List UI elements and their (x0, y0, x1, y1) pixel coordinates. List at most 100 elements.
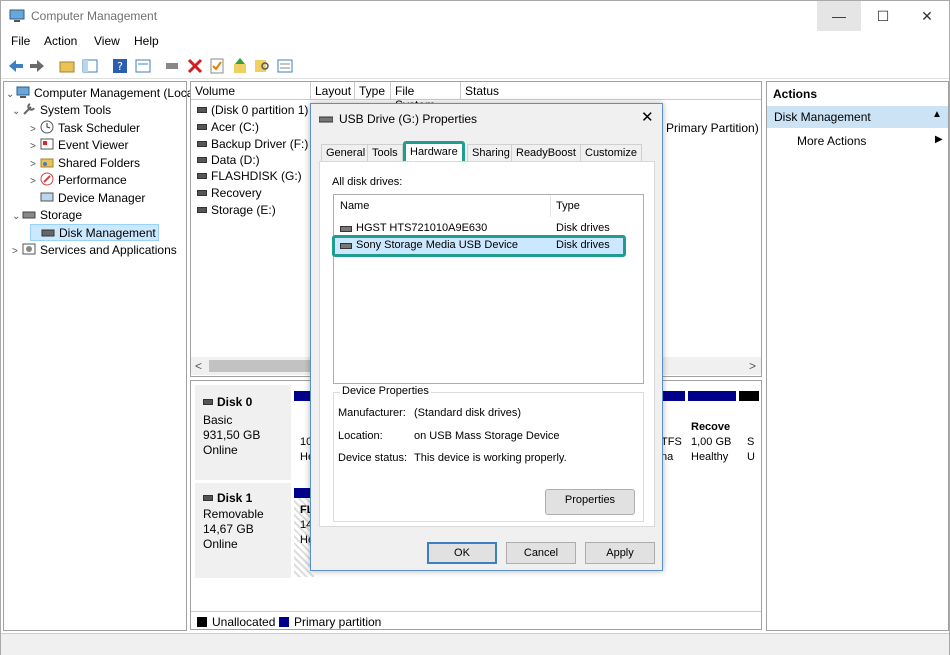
scroll-right-icon[interactable]: > (749, 359, 756, 373)
volume-row[interactable]: Backup Driver (F:) (197, 137, 308, 151)
menu-view[interactable]: View (94, 34, 120, 48)
hard-drive-icon (340, 243, 352, 249)
drive-icon (197, 207, 207, 213)
maximize-button[interactable]: ☐ (861, 1, 905, 31)
location-label: Location: (338, 430, 383, 442)
event-viewer-icon (40, 138, 54, 150)
all-drives-label: All disk drives: (332, 176, 403, 188)
tab-tools[interactable]: Tools (367, 144, 403, 162)
show-hide-tree-icon[interactable] (81, 57, 99, 75)
partition-block[interactable]: TFS na (661, 391, 685, 480)
search-icon[interactable] (253, 57, 271, 75)
navigation-tree: ⌄ Computer Management (Local ⌄ System Tool… (3, 81, 196, 631)
export-icon[interactable] (231, 57, 249, 75)
cancel-button[interactable]: Cancel (506, 542, 576, 564)
computer-management-icon (9, 9, 25, 22)
up-folder-icon[interactable] (58, 57, 76, 75)
drive-icon (197, 141, 207, 147)
disk-0-label[interactable]: Disk 0 Basic 931,50 GB Online (195, 385, 291, 480)
drive-row-sony[interactable]: Sony Storage Media USB Device Disk drive… (332, 235, 626, 257)
volume-row[interactable]: (Disk 0 partition 1) (197, 103, 308, 117)
window-title: Computer Management (31, 9, 158, 23)
device-status-label: Device status: (338, 452, 408, 464)
tree-item-root[interactable]: ⌄ Computer Management (Local (6, 85, 196, 100)
performance-icon (40, 172, 54, 186)
tools-icon (23, 103, 35, 115)
volume-row[interactable]: FLASHDISK (G:) (197, 169, 302, 183)
tree-item-event-viewer[interactable]: > Event Viewer (30, 137, 128, 152)
tree-item-services[interactable]: > Services and Applications (12, 242, 177, 257)
storage-icon (22, 211, 36, 219)
delete-icon[interactable] (186, 57, 204, 75)
partition-block[interactable]: S U (739, 391, 759, 480)
device-properties-label: Device Properties (340, 385, 431, 397)
tree-item-task-scheduler[interactable]: > Task Scheduler (30, 120, 140, 135)
tab-general[interactable]: General (321, 144, 371, 162)
apply-button[interactable]: Apply (585, 542, 655, 564)
tree-item-performance[interactable]: > Performance (30, 172, 127, 187)
tree-item-system-tools[interactable]: ⌄ System Tools (12, 102, 111, 117)
manufacturer-value: (Standard disk drives) (414, 407, 521, 419)
forward-arrow-icon[interactable] (28, 57, 46, 75)
back-arrow-icon[interactable] (7, 57, 25, 75)
volume-row[interactable]: Data (D:) (197, 153, 260, 167)
dialog-close-button[interactable]: ✕ (641, 108, 654, 126)
drive-icon (197, 157, 207, 163)
properties-dialog: USB Drive (G:) Properties ✕ General Tool… (310, 103, 663, 571)
volume-row[interactable]: Acer (C:) (197, 120, 259, 134)
checklist-icon[interactable] (208, 57, 226, 75)
column-header-type[interactable]: Type (355, 82, 391, 100)
drives-list: Name Type HGST HTS721010A9E630 Disk driv… (332, 194, 644, 384)
device-properties-button[interactable]: Properties (545, 489, 635, 515)
column-header-status[interactable]: Status (461, 82, 761, 100)
column-header-file-system[interactable]: File System (391, 82, 461, 112)
drive-icon (197, 190, 207, 196)
disk-icon (203, 495, 213, 501)
properties-view-icon[interactable] (134, 57, 152, 75)
column-header-layout[interactable]: Layout (311, 82, 355, 100)
volume-row[interactable]: Storage (E:) (197, 203, 276, 217)
hard-drive-icon (340, 226, 352, 232)
hardware-tab-panel: All disk drives: Name Type HGST HTS72101… (319, 161, 655, 527)
partition-recovery[interactable]: Recove 1,00 GB Healthy (688, 391, 736, 480)
tree-item-storage[interactable]: ⌄ Storage (12, 207, 82, 222)
tab-sharing[interactable]: Sharing (467, 144, 515, 162)
list-icon[interactable] (276, 57, 294, 75)
legend: Unallocated Primary partition (191, 611, 761, 629)
column-header-name[interactable]: Name (340, 200, 369, 212)
tree-item-device-manager[interactable]: Device Manager (30, 190, 145, 205)
tree-item-shared-folders[interactable]: > Shared Folders (30, 155, 140, 170)
submenu-arrow-icon: ▶ (935, 134, 943, 145)
disk-icon (203, 399, 213, 405)
toolbar: ? (1, 53, 949, 79)
status-bar (1, 633, 949, 655)
scroll-left-icon[interactable]: < (195, 359, 202, 373)
close-button[interactable]: ✕ (905, 1, 949, 31)
drive-icon (197, 107, 207, 113)
disk-1-label[interactable]: Disk 1 Removable 14,67 GB Online (195, 483, 291, 578)
unallocated-swatch (197, 617, 207, 627)
menu-help[interactable]: Help (134, 34, 159, 48)
connect-icon[interactable] (163, 57, 181, 75)
computer-icon (16, 86, 30, 98)
more-actions-link[interactable]: More Actions (797, 134, 866, 148)
volume-row[interactable]: Recovery (197, 186, 262, 200)
clock-icon (40, 120, 54, 134)
menu-action[interactable]: Action (44, 34, 77, 48)
usb-drive-icon (319, 116, 333, 123)
actions-section-disk-management[interactable]: Disk Management ▲ (767, 106, 948, 128)
collapse-icon[interactable]: ▲ (932, 109, 942, 120)
menu-bar: File Action View Help (1, 31, 949, 53)
tree-item-disk-management[interactable]: Disk Management (30, 224, 159, 241)
tab-customize[interactable]: Customize (580, 144, 642, 162)
help-icon[interactable]: ? (111, 57, 129, 75)
tab-readyboost[interactable]: ReadyBoost (511, 144, 581, 162)
actions-header: Actions (773, 87, 818, 101)
minimize-button[interactable]: — (817, 1, 861, 31)
column-header-type[interactable]: Type (556, 200, 580, 212)
menu-file[interactable]: File (11, 34, 30, 48)
disk-management-icon (41, 229, 55, 237)
column-header-volume[interactable]: Volume (191, 82, 311, 100)
device-properties-group: Device Properties Manufacturer: (Standar… (333, 385, 644, 522)
ok-button[interactable]: OK (427, 542, 497, 564)
